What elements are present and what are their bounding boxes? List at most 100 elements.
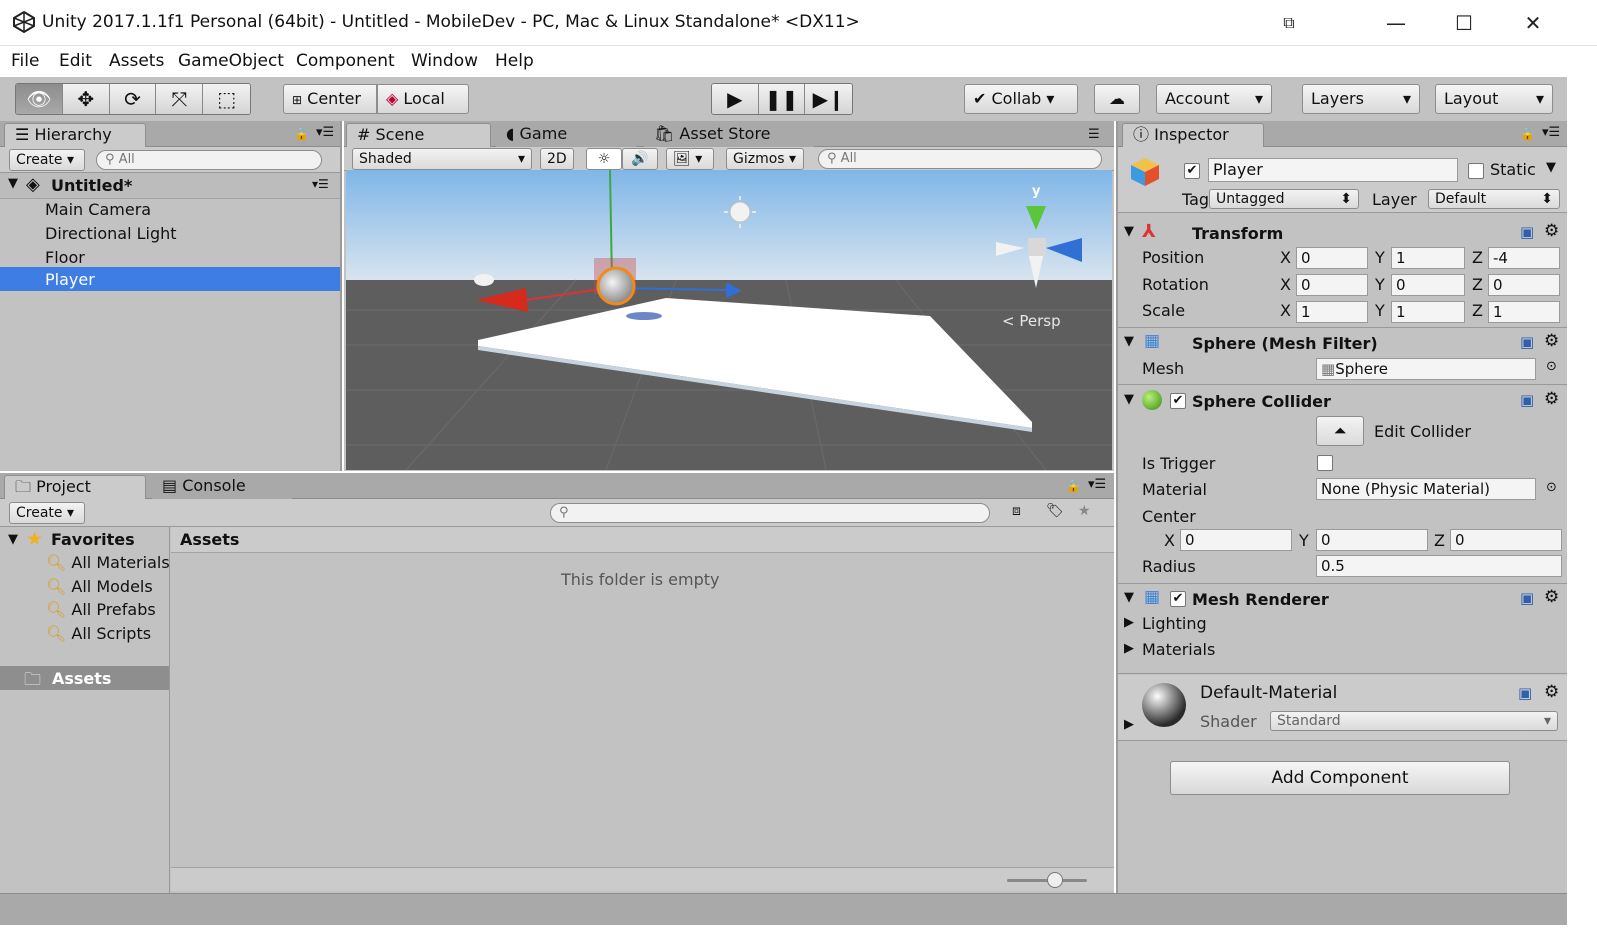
tablet-mode-icon[interactable]: ⧉ — [1266, 8, 1312, 38]
scale-tool-icon[interactable]: ⤧ — [156, 84, 204, 114]
tab-hierarchy[interactable]: ☰ Hierarchy — [4, 123, 146, 147]
inspector-lock-icon[interactable]: 🔒 — [1520, 127, 1535, 141]
material-gear-icon[interactable]: ⚙ — [1544, 682, 1559, 702]
menu-edit[interactable]: Edit — [59, 51, 92, 71]
rotate-tool-icon[interactable]: ⟳ — [109, 84, 157, 114]
scene-search-input[interactable]: ⚲ All — [818, 149, 1102, 169]
scene-lighting-toggle[interactable]: ☼ — [586, 148, 622, 170]
expand-arrow-icon[interactable]: ▼ — [8, 176, 18, 191]
favorites-label[interactable]: Favorites — [51, 530, 135, 549]
project-search-input[interactable]: ⚲ — [550, 503, 990, 523]
is-trigger-checkbox[interactable] — [1317, 455, 1333, 471]
favorite-star-icon[interactable]: ★ — [1078, 503, 1091, 519]
hierarchy-item-main-camera[interactable]: Main Camera — [45, 200, 151, 219]
breadcrumb-assets[interactable]: Assets — [180, 530, 239, 549]
project-lock-icon[interactable]: 🔒 — [1066, 479, 1081, 493]
inspector-menu-icon[interactable]: ▾☰ — [1542, 125, 1560, 140]
play-button-icon[interactable]: ▶ — [712, 84, 759, 114]
maximize-button[interactable]: ☐ — [1441, 8, 1487, 38]
menu-gameobject[interactable]: GameObject — [178, 51, 284, 71]
shading-mode-dropdown[interactable]: Shaded ▾ — [352, 148, 532, 170]
edit-collider-button[interactable]: ⏶ — [1316, 416, 1364, 446]
shader-dropdown[interactable]: Standard ▾ — [1270, 711, 1558, 731]
minimize-button[interactable]: — — [1373, 8, 1419, 38]
collider-enabled-checkbox[interactable]: ✔ — [1170, 393, 1186, 409]
project-create-button[interactable]: Create ▾ — [9, 502, 85, 524]
view-tool-eye-icon[interactable]: 👁 — [16, 84, 63, 114]
favorites-arrow-icon[interactable]: ▼ — [8, 532, 18, 547]
scale-y-field[interactable]: 1 — [1391, 301, 1465, 323]
account-dropdown[interactable]: Account ▾ — [1156, 84, 1272, 114]
hierarchy-search-input[interactable]: ⚲ All — [96, 150, 322, 170]
mesh-filter-fold-icon[interactable]: ▼ — [1124, 334, 1134, 349]
rotation-x-field[interactable]: 0 — [1296, 274, 1368, 296]
static-checkbox[interactable] — [1468, 163, 1484, 179]
scene-root-row[interactable]: ▼ ◈ Untitled* ▾☰ — [0, 173, 340, 199]
materials-fold-icon[interactable]: ▶ — [1124, 641, 1134, 656]
transform-gear-icon[interactable]: ⚙ — [1544, 221, 1559, 241]
audio-toggle[interactable]: 🔊 — [622, 148, 658, 170]
hierarchy-create-button[interactable]: Create ▾ — [9, 149, 85, 171]
tab-project[interactable]: 🗀 Project — [4, 475, 146, 499]
pivot-local-button[interactable]: ◈ Local — [377, 84, 469, 114]
tab-inspector[interactable]: ⓘ Inspector — [1122, 123, 1264, 147]
scale-x-field[interactable]: 1 — [1296, 301, 1368, 323]
transform-fold-icon[interactable]: ▼ — [1124, 224, 1134, 239]
renderer-enabled-checkbox[interactable]: ✔ — [1170, 591, 1186, 607]
menu-assets[interactable]: Assets — [109, 51, 164, 71]
layer-dropdown[interactable]: Default ⬍ — [1428, 189, 1560, 209]
tab-console[interactable]: ▤ Console — [152, 475, 292, 499]
favorite-all-models[interactable]: 🔍︎ All Models — [46, 577, 153, 596]
scene-viewport[interactable]: y < Persp — [346, 170, 1112, 470]
2d-toggle[interactable]: 2D — [540, 148, 574, 170]
add-component-button[interactable]: Add Component — [1170, 761, 1510, 795]
scene-menu-icon[interactable]: ▾☰ — [312, 177, 329, 191]
effects-dropdown[interactable]: 🖼 ▾ — [666, 148, 714, 170]
cloud-button[interactable]: ☁ — [1094, 84, 1140, 114]
tag-dropdown[interactable]: Untagged ⬍ — [1209, 189, 1359, 209]
center-x-field[interactable]: 0 — [1180, 529, 1292, 551]
mesh-field[interactable]: ▦Sphere — [1316, 358, 1536, 380]
filter-type-icon[interactable]: ⧈ — [1012, 503, 1021, 519]
step-button-icon[interactable]: ▶❙ — [805, 84, 852, 114]
gameobject-name-field[interactable]: Player — [1208, 158, 1458, 182]
move-tool-icon[interactable]: ✥ — [62, 84, 110, 114]
collider-help-icon[interactable]: ▣ — [1520, 391, 1534, 409]
icon-size-slider-thumb[interactable] — [1047, 872, 1063, 888]
menu-component[interactable]: Component — [296, 51, 395, 71]
renderer-gear-icon[interactable]: ⚙ — [1544, 587, 1559, 607]
gameobject-active-checkbox[interactable]: ✔ — [1184, 163, 1200, 179]
physic-material-field[interactable]: None (Physic Material) — [1316, 478, 1536, 500]
layers-dropdown[interactable]: Layers ▾ — [1302, 84, 1420, 114]
transform-header[interactable]: ▼ ⅄ Transform ▣ ⚙ — [1118, 219, 1561, 247]
layout-dropdown[interactable]: Layout ▾ — [1435, 84, 1553, 114]
lighting-foldout[interactable]: Lighting — [1142, 614, 1207, 633]
rotation-z-field[interactable]: 0 — [1488, 274, 1560, 296]
gizmos-dropdown[interactable]: Gizmos ▾ — [726, 148, 804, 170]
center-z-field[interactable]: 0 — [1450, 529, 1562, 551]
tab-game[interactable]: ◖ Game — [496, 123, 636, 147]
material-fold-icon[interactable]: ▶ — [1124, 717, 1134, 732]
assets-folder-row[interactable]: 🗀 Assets — [0, 666, 169, 690]
mesh-renderer-header[interactable]: ▼ ▦ ✔ Mesh Renderer ▣ ⚙ — [1118, 585, 1561, 613]
transform-help-icon[interactable]: ▣ — [1520, 223, 1534, 241]
tab-asset-store[interactable]: 🛍 Asset Store — [644, 123, 814, 147]
mesh-filter-header[interactable]: ▼ ▦ Sphere (Mesh Filter) ▣ ⚙ — [1118, 329, 1561, 357]
material-help-icon[interactable]: ▣ — [1518, 684, 1532, 702]
mesh-picker-icon[interactable]: ⊙ — [1546, 359, 1557, 374]
menu-window[interactable]: Window — [411, 51, 478, 71]
rotation-y-field[interactable]: 0 — [1391, 274, 1465, 296]
center-y-field[interactable]: 0 — [1316, 529, 1428, 551]
menu-help[interactable]: Help — [495, 51, 534, 71]
position-x-field[interactable]: 0 — [1296, 247, 1368, 269]
tab-scene[interactable]: # Scene — [346, 123, 491, 147]
collab-dropdown[interactable]: ✔ Collab ▾ — [964, 84, 1078, 114]
hierarchy-item-player[interactable]: Player — [0, 267, 340, 291]
menu-file[interactable]: File — [11, 51, 39, 71]
renderer-help-icon[interactable]: ▣ — [1520, 589, 1534, 607]
position-y-field[interactable]: 1 — [1391, 247, 1465, 269]
collider-gear-icon[interactable]: ⚙ — [1544, 389, 1559, 409]
material-picker-icon[interactable]: ⊙ — [1546, 480, 1557, 495]
pause-button-icon[interactable]: ❚❚ — [758, 84, 806, 114]
position-z-field[interactable]: -4 — [1488, 247, 1560, 269]
